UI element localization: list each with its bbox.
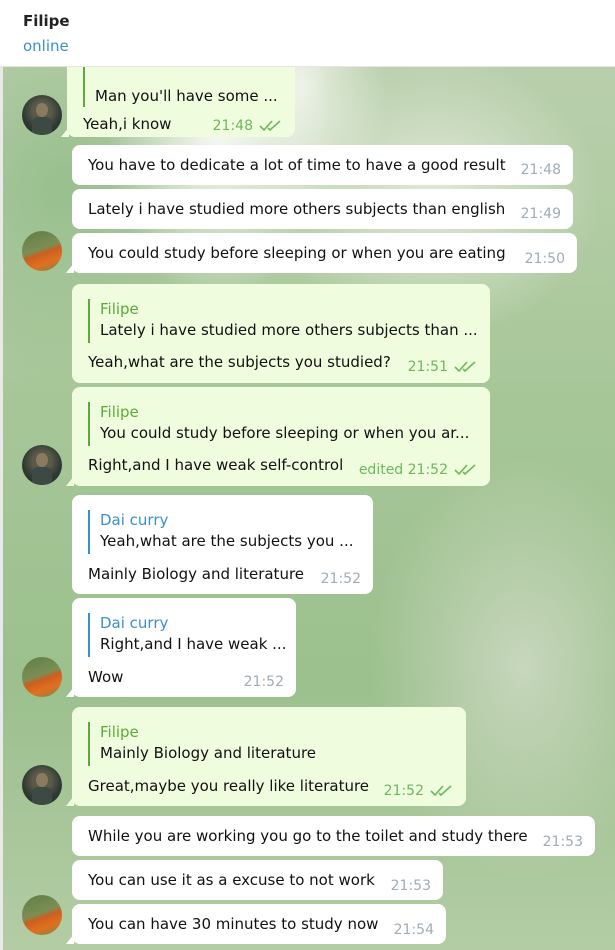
bubble-tail xyxy=(66,934,74,944)
chat-area[interactable]: Man you'll have some ... Yeah,i know 21:… xyxy=(3,67,615,950)
reply-quote[interactable]: Man you'll have some ... xyxy=(83,67,278,107)
reply-author: Filipe xyxy=(100,300,139,318)
reply-quote[interactable]: Dai curry Yeah,what are the subjects you… xyxy=(88,510,353,554)
message-bubble[interactable]: Dai curry Right,and I have weak ... Wow … xyxy=(66,598,296,697)
message-time: 21:53 xyxy=(542,834,583,850)
message-bubble[interactable]: Filipe Mainly Biology and literature Gre… xyxy=(66,707,466,806)
bubble-tail xyxy=(66,687,74,697)
message-time: 21:52 xyxy=(243,674,284,690)
message-time: edited 21:52 xyxy=(358,462,448,478)
message-text: Yeah,what are the subjects you studied? xyxy=(88,353,391,371)
message-bubble[interactable]: You can have 30 minutes to study now 21:… xyxy=(66,904,446,944)
bubble-tail xyxy=(66,796,74,806)
message-time: 21:48 xyxy=(212,118,253,134)
reply-quote[interactable]: Filipe Mainly Biology and literature xyxy=(88,722,316,766)
contact-name[interactable]: Filipe xyxy=(23,12,70,30)
message-meta: 21:52 xyxy=(384,782,454,800)
message-text: Mainly Biology and literature xyxy=(88,565,305,583)
double-check-icon xyxy=(454,361,476,373)
avatar[interactable] xyxy=(22,895,62,935)
message-bubble[interactable]: You have to dedicate a lot of time to ha… xyxy=(72,145,573,185)
message-text: You have to dedicate a lot of time to ha… xyxy=(88,156,506,174)
contact-status: online xyxy=(23,37,69,55)
message-text: Yeah,i know xyxy=(83,115,172,133)
message-text: You can have 30 minutes to study now xyxy=(88,915,379,933)
reply-quote[interactable]: Dai curry Right,and I have weak ... xyxy=(88,613,286,657)
message-bubble[interactable]: Filipe You could study before sleeping o… xyxy=(66,387,490,486)
avatar[interactable] xyxy=(22,765,62,805)
message-text: You can use it as a excuse to not work xyxy=(88,871,375,889)
message-bubble[interactable]: Dai curry Yeah,what are the subjects you… xyxy=(72,495,373,594)
message-time: 21:52 xyxy=(383,783,424,799)
message-time: 21:53 xyxy=(390,878,431,894)
message-text: Right,and I have weak self-control xyxy=(88,456,344,474)
chat-header[interactable]: Filipe online xyxy=(0,0,615,67)
avatar[interactable] xyxy=(22,231,62,271)
bubble-tail xyxy=(66,476,74,486)
message-time: 21:49 xyxy=(520,206,561,222)
reply-text: Lately i have studied more others subjec… xyxy=(100,321,478,339)
reply-text: Yeah,what are the subjects you ... xyxy=(100,532,354,550)
avatar[interactable] xyxy=(22,445,62,485)
message-bubble[interactable]: You could study before sleeping or when … xyxy=(66,233,577,273)
avatar[interactable] xyxy=(22,657,62,697)
reply-quote[interactable]: Filipe Lately i have studied more others… xyxy=(88,299,478,343)
message-bubble[interactable]: You can use it as a excuse to not work 2… xyxy=(72,860,443,900)
double-check-icon xyxy=(259,120,281,132)
message-meta: 21:51 xyxy=(408,358,478,376)
message-time: 21:52 xyxy=(320,571,361,587)
bubble-tail xyxy=(66,263,74,273)
double-check-icon xyxy=(454,464,476,476)
message-bubble[interactable]: Man you'll have some ... Yeah,i know 21:… xyxy=(61,67,295,137)
message-text: Wow xyxy=(88,668,124,686)
reply-author: Filipe xyxy=(100,403,139,421)
reply-author: Filipe xyxy=(100,723,139,741)
message-text: You could study before sleeping or when … xyxy=(88,244,506,262)
reply-text: You could study before sleeping or when … xyxy=(100,424,470,442)
message-time: 21:50 xyxy=(524,251,565,267)
reply-text: Right,and I have weak ... xyxy=(100,635,287,653)
message-bubble[interactable]: Lately i have studied more others subjec… xyxy=(72,189,573,229)
bubble-tail xyxy=(61,127,69,137)
message-meta: edited 21:52 xyxy=(359,461,478,479)
message-text: Lately i have studied more others subjec… xyxy=(88,200,506,218)
message-meta: 21:48 xyxy=(213,117,283,135)
reply-text: Man you'll have some ... xyxy=(95,87,278,105)
message-bubble[interactable]: Filipe Lately i have studied more others… xyxy=(72,284,490,383)
message-bubble[interactable]: While you are working you go to the toil… xyxy=(72,816,595,856)
avatar[interactable] xyxy=(22,95,62,135)
double-check-icon xyxy=(430,785,452,797)
message-time: 21:48 xyxy=(520,162,561,178)
reply-author: Dai curry xyxy=(100,511,169,529)
message-time: 21:54 xyxy=(393,922,434,938)
reply-author: Dai curry xyxy=(100,614,169,632)
message-time: 21:51 xyxy=(407,359,448,375)
reply-text: Mainly Biology and literature xyxy=(100,744,317,762)
message-text: While you are working you go to the toil… xyxy=(88,827,528,845)
message-text: Great,maybe you really like literature xyxy=(88,777,370,795)
reply-quote[interactable]: Filipe You could study before sleeping o… xyxy=(88,402,469,446)
